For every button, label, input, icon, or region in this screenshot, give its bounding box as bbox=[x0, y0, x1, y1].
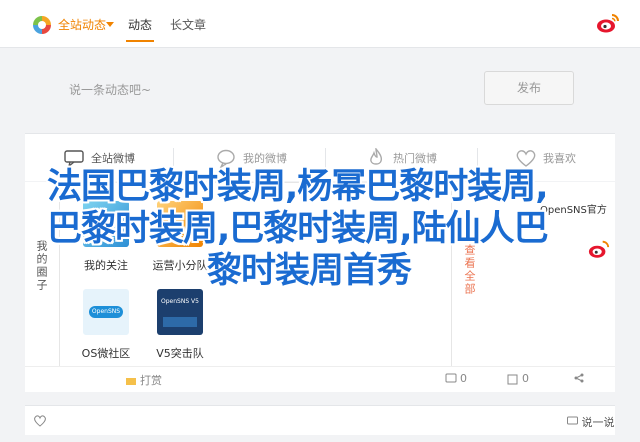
comment-count: 0 bbox=[460, 372, 467, 385]
reply-row: 说一说 bbox=[25, 405, 615, 435]
publish-button[interactable]: 发布 bbox=[484, 71, 574, 105]
headline-overlay: 法国巴黎时装周,杨幂巴黎时装周, 巴黎时装周,巴黎时装周,陆仙人巴 黎时装周首秀 bbox=[47, 166, 607, 292]
feed-filter-dropdown[interactable]: 全站动态 bbox=[58, 16, 106, 33]
app-label[interactable]: V5突击队 bbox=[130, 345, 230, 361]
category-label: 我喜欢 bbox=[543, 152, 576, 165]
repost-button[interactable]: 0 bbox=[507, 372, 529, 385]
app-tile-v5-squad[interactable]: OpenSNS V5 bbox=[157, 289, 203, 335]
app-tile-os-community[interactable]: OpenSNS bbox=[83, 289, 129, 335]
say-something-link[interactable]: 说一说 bbox=[567, 414, 615, 430]
app-tile-text: OpenSNS V5 bbox=[161, 298, 199, 305]
top-bar: 全站动态 动态 长文章 bbox=[0, 0, 640, 48]
decoration bbox=[163, 317, 197, 327]
share-button[interactable] bbox=[573, 372, 585, 384]
speech-icon bbox=[217, 149, 235, 168]
comment-button[interactable]: 0 bbox=[445, 372, 467, 385]
divider bbox=[325, 148, 326, 168]
headline-line: 巴黎时装周,巴黎时装周,陆仙人巴 bbox=[47, 209, 549, 249]
headline-line: 黎时装周首秀 bbox=[207, 251, 412, 291]
category-label: 我的微博 bbox=[243, 152, 287, 165]
comment-icon bbox=[445, 373, 457, 382]
weibo-icon[interactable] bbox=[596, 12, 620, 34]
tab-long-article[interactable]: 长文章 bbox=[170, 16, 206, 33]
heart-icon[interactable] bbox=[33, 414, 47, 430]
gift-icon bbox=[126, 378, 136, 385]
flame-icon bbox=[370, 148, 383, 165]
tab-feed[interactable]: 动态 bbox=[125, 16, 155, 42]
tip-label: 打赏 bbox=[140, 374, 162, 387]
compose-area: 说一条动态吧~ 发布 bbox=[25, 48, 615, 132]
chevron-down-icon[interactable] bbox=[106, 22, 114, 27]
divider bbox=[173, 148, 174, 168]
say-something-label: 说一说 bbox=[581, 416, 615, 429]
post-action-row: 打赏 0 0 bbox=[25, 366, 615, 392]
category-label: 全站微博 bbox=[91, 152, 135, 165]
category-label: 热门微博 bbox=[393, 152, 437, 165]
reply-input[interactable] bbox=[45, 409, 605, 431]
chat-bubble-icon bbox=[64, 150, 84, 168]
site-logo-icon bbox=[33, 16, 51, 34]
compose-placeholder: 说一条动态吧~ bbox=[69, 83, 152, 97]
chat-icon bbox=[567, 416, 578, 425]
headline-line: 法国巴黎时装周,杨幂巴黎时装周, bbox=[47, 167, 549, 207]
heart-icon bbox=[516, 150, 536, 167]
divider bbox=[477, 148, 478, 168]
repost-count: 0 bbox=[522, 372, 529, 385]
share-icon bbox=[574, 373, 584, 383]
app-tile-text: OpenSNS bbox=[89, 306, 123, 318]
tip-button[interactable]: 打赏 bbox=[125, 372, 162, 388]
edit-icon bbox=[507, 374, 518, 384]
